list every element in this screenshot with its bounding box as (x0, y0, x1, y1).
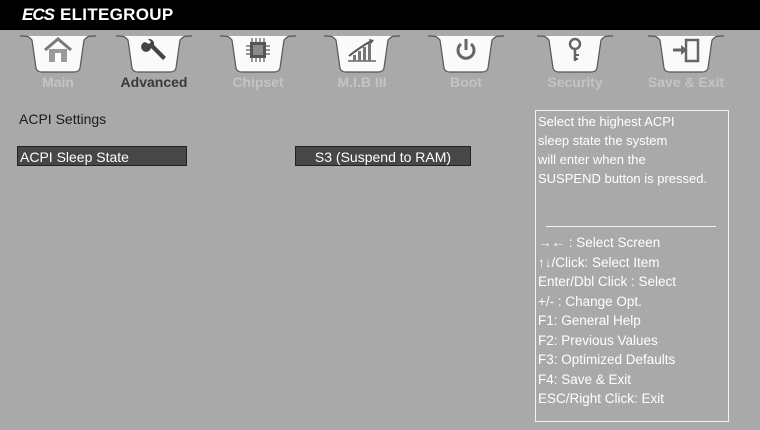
key-legend-item: ↑↓/Click: Select Item (538, 254, 660, 270)
tab-label: M.I.B III (337, 74, 387, 90)
tab-chipset[interactable]: Chipset (210, 30, 306, 100)
chip-icon (238, 34, 278, 66)
title-bar: ECS ELITEGROUP (0, 0, 760, 30)
tab-label: Boot (450, 74, 482, 90)
tab-save-exit[interactable]: Save & Exit (638, 30, 734, 100)
tab-label: Main (42, 74, 74, 90)
home-icon (38, 34, 78, 66)
help-description: Select the highest ACPI sleep state the … (538, 112, 728, 188)
exit-door-icon (666, 34, 706, 66)
key-legend-item: Enter/Dbl Click : Select (538, 274, 677, 289)
help-panel: Select the highest ACPI sleep state the … (535, 110, 729, 422)
key-legend-item: →← : Select Screen (538, 235, 661, 250)
tab-label: Security (547, 74, 603, 90)
tab-bar: Main Advanced Chipset M.I.B III Boot Sec… (0, 30, 760, 100)
key-legend-item: +/- : Change Opt. (538, 293, 642, 309)
tab-label: Save & Exit (647, 74, 725, 90)
key-legend-item: F4: Save & Exit (538, 371, 632, 387)
key-legend: →← : Select Screen ↑↓/Click: Select Item… (538, 233, 728, 409)
performance-chart-icon (342, 34, 382, 66)
power-icon (446, 34, 486, 66)
key-legend-item: F2: Previous Values (538, 332, 658, 348)
brand: ECS ELITEGROUP (22, 3, 173, 27)
tab-main[interactable]: Main (10, 30, 106, 100)
section-title: ACPI Settings (19, 111, 107, 127)
help-divider (546, 226, 716, 227)
settings-panel: ACPI Settings ACPI Sleep State S3 (Suspe… (0, 100, 528, 430)
ecs-logo: ECS (22, 5, 55, 24)
acpi-sleep-state-item[interactable]: ACPI Sleep State (17, 146, 187, 166)
tab-security[interactable]: Security (527, 30, 623, 100)
tab-advanced[interactable]: Advanced (106, 30, 202, 100)
acpi-sleep-state-value[interactable]: S3 (Suspend to RAM) (295, 146, 471, 166)
help-line: sleep state the system (538, 133, 668, 148)
tab-mib-iii[interactable]: M.I.B III (314, 30, 410, 100)
wrench-icon (134, 34, 174, 66)
tab-boot[interactable]: Boot (418, 30, 514, 100)
help-line: Select the highest ACPI (538, 114, 675, 129)
key-legend-item: ESC/Right Click: Exit (538, 391, 665, 406)
brand-name: ELITEGROUP (59, 5, 174, 24)
key-legend-item: F1: General Help (538, 313, 641, 328)
help-line: will enter when the (538, 152, 646, 167)
tab-label: Advanced (120, 74, 188, 90)
tab-label: Chipset (232, 74, 284, 90)
help-line: SUSPEND button is pressed. (538, 171, 708, 186)
key-legend-item: F3: Optimized Defaults (538, 352, 676, 367)
key-icon (555, 34, 595, 66)
